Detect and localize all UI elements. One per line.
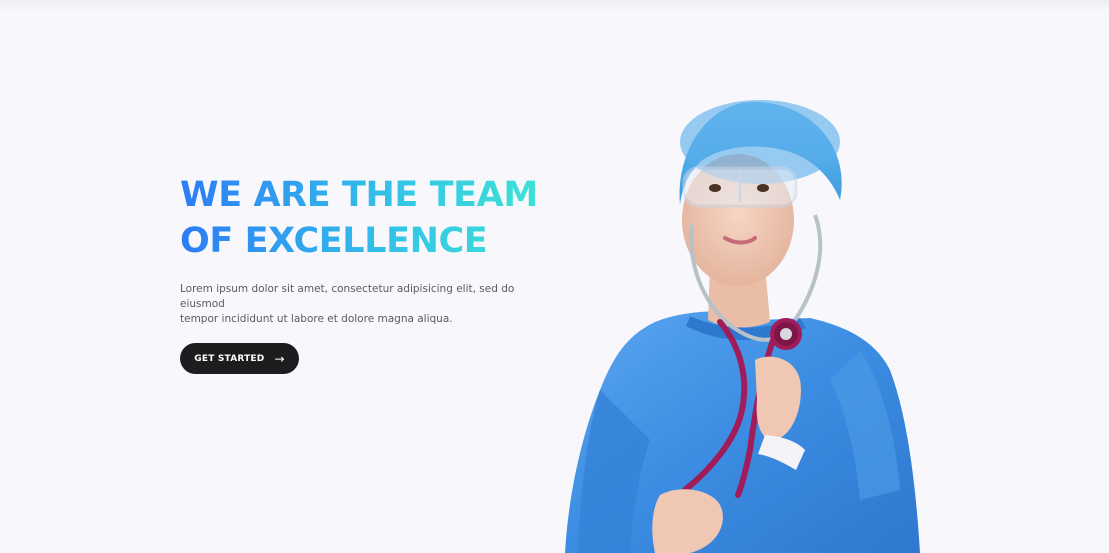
hero-title-line-1: WE ARE THE TEAM [180,175,538,215]
get-started-label: GET STARTED [194,353,265,364]
hero-text-block: WE ARE THE TEAM OF EXCELLENCE Lorem ipsu… [180,172,560,327]
get-started-button[interactable]: GET STARTED → [180,343,299,374]
hero-section: WE ARE THE TEAM OF EXCELLENCE Lorem ipsu… [0,0,1109,553]
hero-title: WE ARE THE TEAM OF EXCELLENCE [180,172,560,264]
hero-description-line-1: Lorem ipsum dolor sit amet, consectetur … [180,283,515,310]
arrow-right-icon: → [274,351,285,366]
hero-title-line-2: OF EXCELLENCE [180,221,488,261]
hero-description: Lorem ipsum dolor sit amet, consectetur … [180,282,525,327]
hero-description-line-2: tempor incididunt ut labore et dolore ma… [180,313,453,325]
doctor-image [565,100,920,553]
